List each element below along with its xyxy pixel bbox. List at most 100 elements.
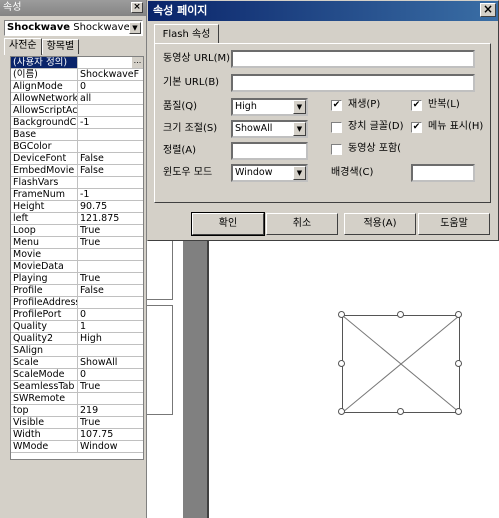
property-row[interactable]: Width 107.75: [11, 429, 143, 441]
property-value[interactable]: Window: [78, 441, 143, 452]
chevron-down-icon[interactable]: ▼: [293, 166, 306, 180]
property-row[interactable]: Loop True: [11, 225, 143, 237]
property-value[interactable]: 1: [78, 321, 143, 332]
property-row[interactable]: Playing True: [11, 273, 143, 285]
property-row[interactable]: AllowScriptAc: [11, 105, 143, 117]
tab-alphabetic[interactable]: 사전순: [4, 38, 42, 55]
property-row[interactable]: SeamlessTab True: [11, 381, 143, 393]
quality-select[interactable]: High ▼: [231, 98, 308, 116]
tab-categorized[interactable]: 항목별: [41, 39, 80, 54]
property-value[interactable]: ...: [78, 57, 143, 68]
property-row[interactable]: Quality2 High: [11, 333, 143, 345]
resize-handle-top[interactable]: [397, 311, 404, 318]
checkbox-box[interactable]: [331, 121, 342, 133]
property-value[interactable]: 0: [78, 369, 143, 380]
cancel-button[interactable]: 취소: [266, 213, 338, 235]
property-value[interactable]: [78, 393, 143, 404]
loop-checkbox[interactable]: ✔ 반복(L): [411, 98, 460, 112]
chevron-down-icon[interactable]: ▼: [293, 122, 306, 136]
property-value[interactable]: 107.75: [78, 429, 143, 440]
property-value[interactable]: True: [78, 381, 143, 392]
property-row[interactable]: MovieData: [11, 261, 143, 273]
resize-handle-right[interactable]: [455, 360, 462, 367]
property-value[interactable]: True: [78, 237, 143, 248]
property-value[interactable]: False: [78, 285, 143, 296]
property-value[interactable]: [78, 141, 143, 152]
property-row[interactable]: BackgroundC -1: [11, 117, 143, 129]
property-value[interactable]: False: [78, 165, 143, 176]
property-row[interactable]: FrameNum -1: [11, 189, 143, 201]
align-field[interactable]: [231, 142, 308, 160]
property-row[interactable]: (사용자 정의)...: [11, 57, 143, 69]
property-row[interactable]: DeviceFont False: [11, 153, 143, 165]
movie-url-field[interactable]: [231, 50, 475, 68]
property-value[interactable]: [78, 345, 143, 356]
property-row[interactable]: Profile False: [11, 285, 143, 297]
property-row[interactable]: WMode Window: [11, 441, 143, 453]
tab-flash-properties[interactable]: Flash 속성: [154, 24, 219, 44]
property-row[interactable]: Visible True: [11, 417, 143, 429]
property-row[interactable]: Quality 1: [11, 321, 143, 333]
object-selector[interactable]: Shockwave Shockwave ▼: [4, 20, 143, 36]
property-value[interactable]: [78, 261, 143, 272]
resize-handle-bottom[interactable]: [397, 408, 404, 415]
property-value[interactable]: 90.75: [78, 201, 143, 212]
checkbox-box[interactable]: ✔: [411, 99, 422, 111]
resize-handle-top-left[interactable]: [338, 311, 345, 318]
property-value[interactable]: True: [78, 417, 143, 428]
property-value[interactable]: 0: [78, 81, 143, 92]
ok-button[interactable]: 확인: [191, 212, 265, 236]
property-row[interactable]: ScaleMode 0: [11, 369, 143, 381]
property-row[interactable]: left 121.875: [11, 213, 143, 225]
resize-handle-bottom-left[interactable]: [338, 408, 345, 415]
embed-movie-checkbox[interactable]: 동영상 포함(: [331, 142, 401, 156]
property-value[interactable]: -1: [78, 189, 143, 200]
checkbox-box[interactable]: ✔: [331, 99, 342, 111]
property-row[interactable]: SAlign: [11, 345, 143, 357]
property-value[interactable]: -1: [78, 117, 143, 128]
window-mode-select[interactable]: Window ▼: [231, 164, 308, 182]
property-row[interactable]: ProfilePort 0: [11, 309, 143, 321]
base-url-field[interactable]: [231, 74, 475, 92]
property-value[interactable]: [78, 177, 143, 188]
resize-handle-left[interactable]: [338, 360, 345, 367]
property-row[interactable]: Menu True: [11, 237, 143, 249]
property-row[interactable]: Height 90.75: [11, 201, 143, 213]
property-value[interactable]: [78, 249, 143, 260]
property-row[interactable]: Scale ShowAll: [11, 357, 143, 369]
property-value[interactable]: 0: [78, 309, 143, 320]
play-checkbox[interactable]: ✔ 재생(P): [331, 98, 380, 112]
property-value[interactable]: [78, 105, 143, 116]
close-icon[interactable]: ×: [480, 3, 496, 17]
chevron-down-icon[interactable]: ▼: [129, 22, 141, 34]
property-value[interactable]: High: [78, 333, 143, 344]
property-row[interactable]: Base: [11, 129, 143, 141]
checkbox-box[interactable]: [331, 143, 342, 155]
property-value[interactable]: True: [78, 273, 143, 284]
property-value[interactable]: ShockwaveF: [78, 69, 143, 80]
property-row[interactable]: EmbedMovie False: [11, 165, 143, 177]
checkbox-box[interactable]: ✔: [411, 121, 422, 133]
bgcolor-field[interactable]: [411, 164, 475, 182]
property-value[interactable]: 219: [78, 405, 143, 416]
help-button[interactable]: 도움말: [418, 213, 490, 235]
property-row[interactable]: Movie: [11, 249, 143, 261]
property-row[interactable]: SWRemote: [11, 393, 143, 405]
ellipsis-button[interactable]: ...: [132, 57, 143, 68]
dialog-titlebar[interactable]: 속성 페이지 ×: [148, 1, 498, 21]
resize-handle-bottom-right[interactable]: [455, 408, 462, 415]
property-value[interactable]: True: [78, 225, 143, 236]
device-font-checkbox[interactable]: 장치 글꼴(D): [331, 120, 403, 134]
property-value[interactable]: False: [78, 153, 143, 164]
property-row[interactable]: ProfileAddress: [11, 297, 143, 309]
properties-titlebar[interactable]: 속성 ×: [0, 0, 146, 16]
chevron-down-icon[interactable]: ▼: [293, 100, 306, 114]
property-value[interactable]: [78, 297, 143, 308]
property-row[interactable]: AlignMode 0: [11, 81, 143, 93]
property-value[interactable]: ShowAll: [78, 357, 143, 368]
close-icon[interactable]: ×: [131, 2, 143, 13]
property-row[interactable]: top 219: [11, 405, 143, 417]
property-value[interactable]: all: [78, 93, 143, 104]
property-row[interactable]: FlashVars: [11, 177, 143, 189]
property-value[interactable]: [78, 129, 143, 140]
